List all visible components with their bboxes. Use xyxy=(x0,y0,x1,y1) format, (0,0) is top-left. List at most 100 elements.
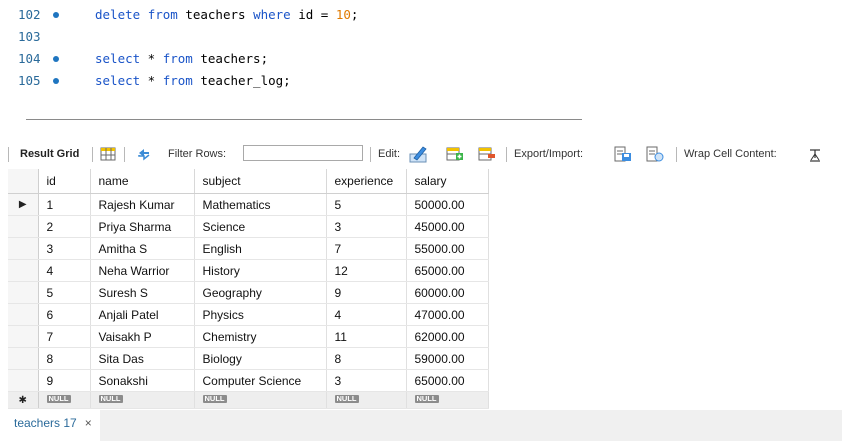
new-row-marker: ✱ xyxy=(8,391,39,409)
code-line[interactable]: 105 select * from teacher_log; xyxy=(0,70,842,92)
cell-salary[interactable]: 60000.00 xyxy=(406,281,489,304)
table-row[interactable]: 6 Anjali Patel Physics 4 47000.00 xyxy=(8,303,489,326)
null-cell-experience[interactable]: NULL xyxy=(326,391,407,409)
cell-experience[interactable]: 9 xyxy=(326,281,407,304)
cell-salary[interactable]: 50000.00 xyxy=(406,193,489,216)
edit-pencil-icon[interactable] xyxy=(408,144,428,164)
row-marker[interactable] xyxy=(8,259,39,282)
cell-salary[interactable]: 62000.00 xyxy=(406,325,489,348)
cell-salary[interactable]: 65000.00 xyxy=(406,259,489,282)
null-badge: NULL xyxy=(98,394,123,403)
cell-subject[interactable]: Geography xyxy=(194,281,327,304)
add-row-icon[interactable] xyxy=(446,146,463,162)
cell-salary[interactable]: 45000.00 xyxy=(406,215,489,238)
cell-experience[interactable]: 4 xyxy=(326,303,407,326)
null-cell-salary[interactable]: NULL xyxy=(406,391,489,409)
code-line[interactable]: 103 xyxy=(0,26,842,48)
cell-id[interactable]: 9 xyxy=(38,369,91,392)
column-header-name[interactable]: name xyxy=(90,169,195,194)
cell-experience[interactable]: 11 xyxy=(326,325,407,348)
column-header-subject[interactable]: subject xyxy=(194,169,327,194)
row-marker[interactable] xyxy=(8,369,39,392)
cell-id[interactable]: 7 xyxy=(38,325,91,348)
cell-experience[interactable]: 8 xyxy=(326,347,407,370)
table-row[interactable]: 7 Vaisakh P Chemistry 11 62000.00 xyxy=(8,325,489,348)
cell-experience[interactable]: 3 xyxy=(326,215,407,238)
result-grid[interactable]: id name subject experience salary ▶ 1 Rajesh K… xyxy=(8,169,489,409)
row-marker[interactable] xyxy=(8,303,39,326)
filter-rows-label: Filter Rows: xyxy=(168,148,227,160)
cell-name[interactable]: Sita Das xyxy=(90,347,195,370)
cell-experience[interactable]: 12 xyxy=(326,259,407,282)
table-row[interactable]: 4 Neha Warrior History 12 65000.00 xyxy=(8,259,489,282)
sql-editor[interactable]: 102 delete from teachers where id = 10; 10… xyxy=(0,0,842,112)
row-marker[interactable] xyxy=(8,281,39,304)
table-row[interactable]: ▶ 1 Rajesh Kumar Mathematics 5 50000.00 xyxy=(8,193,489,216)
grid-view-icon[interactable] xyxy=(100,146,116,162)
refresh-icon[interactable] xyxy=(136,146,152,162)
row-marker[interactable]: ▶ xyxy=(8,193,39,216)
table-row[interactable]: 2 Priya Sharma Science 3 45000.00 xyxy=(8,215,489,238)
column-header-salary[interactable]: salary xyxy=(406,169,489,194)
cell-experience[interactable]: 3 xyxy=(326,369,407,392)
column-header-id[interactable]: id xyxy=(38,169,91,194)
cell-name[interactable]: Amitha S xyxy=(90,237,195,260)
cell-id[interactable]: 8 xyxy=(38,347,91,370)
result-tab[interactable]: teachers 17 × xyxy=(0,410,100,441)
cell-id[interactable]: 5 xyxy=(38,281,91,304)
result-tab-label: teachers 17 xyxy=(14,416,77,430)
cell-subject[interactable]: Computer Science xyxy=(194,369,327,392)
null-cell-subject[interactable]: NULL xyxy=(194,391,327,409)
result-grid-tab[interactable]: Result Grid xyxy=(20,140,79,168)
cell-name[interactable]: Anjali Patel xyxy=(90,303,195,326)
import-icon[interactable] xyxy=(646,146,664,162)
column-header-experience[interactable]: experience xyxy=(326,169,407,194)
cell-subject[interactable]: History xyxy=(194,259,327,282)
cell-id[interactable]: 4 xyxy=(38,259,91,282)
new-row[interactable]: ✱ NULL NULL NULL NULL NULL xyxy=(8,391,489,409)
toolbar-separator xyxy=(8,147,9,162)
cell-subject[interactable]: English xyxy=(194,237,327,260)
null-cell-name[interactable]: NULL xyxy=(90,391,195,409)
cell-salary[interactable]: 55000.00 xyxy=(406,237,489,260)
cell-salary[interactable]: 59000.00 xyxy=(406,347,489,370)
cell-id[interactable]: 1 xyxy=(38,193,91,216)
cell-name[interactable]: Vaisakh P xyxy=(90,325,195,348)
cell-subject[interactable]: Physics xyxy=(194,303,327,326)
panel-splitter[interactable] xyxy=(26,119,582,120)
cell-name[interactable]: Suresh S xyxy=(90,281,195,304)
table-row[interactable]: 8 Sita Das Biology 8 59000.00 xyxy=(8,347,489,370)
export-icon[interactable] xyxy=(614,146,631,162)
cell-experience[interactable]: 5 xyxy=(326,193,407,216)
cell-subject[interactable]: Biology xyxy=(194,347,327,370)
cell-name[interactable]: Neha Warrior xyxy=(90,259,195,282)
delete-row-icon[interactable] xyxy=(478,146,495,162)
row-marker[interactable] xyxy=(8,215,39,238)
cell-salary[interactable]: 47000.00 xyxy=(406,303,489,326)
table-row[interactable]: 5 Suresh S Geography 9 60000.00 xyxy=(8,281,489,304)
cell-subject[interactable]: Mathematics xyxy=(194,193,327,216)
cell-id[interactable]: 2 xyxy=(38,215,91,238)
row-marker[interactable] xyxy=(8,325,39,348)
cell-subject[interactable]: Chemistry xyxy=(194,325,327,348)
wrap-text-icon[interactable] xyxy=(808,148,822,162)
cell-experience[interactable]: 7 xyxy=(326,237,407,260)
cell-salary[interactable]: 65000.00 xyxy=(406,369,489,392)
sql-statement: delete from teachers where id = 10; xyxy=(95,7,359,22)
code-line[interactable]: 102 delete from teachers where id = 10; xyxy=(0,4,842,26)
cell-id[interactable]: 3 xyxy=(38,237,91,260)
cell-name[interactable]: Rajesh Kumar xyxy=(90,193,195,216)
table-row[interactable]: 9 Sonakshi Computer Science 3 65000.00 xyxy=(8,369,489,392)
row-marker[interactable] xyxy=(8,237,39,260)
null-cell-id[interactable]: NULL xyxy=(38,391,91,409)
code-line[interactable]: 104 select * from teachers; xyxy=(0,48,842,70)
cell-name[interactable]: Priya Sharma xyxy=(90,215,195,238)
table-row[interactable]: 3 Amitha S English 7 55000.00 xyxy=(8,237,489,260)
filter-rows-input[interactable] xyxy=(243,145,363,161)
cell-name[interactable]: Sonakshi xyxy=(90,369,195,392)
close-icon[interactable]: × xyxy=(85,416,92,430)
statement-marker-icon xyxy=(53,78,59,84)
row-marker[interactable] xyxy=(8,347,39,370)
cell-id[interactable]: 6 xyxy=(38,303,91,326)
cell-subject[interactable]: Science xyxy=(194,215,327,238)
